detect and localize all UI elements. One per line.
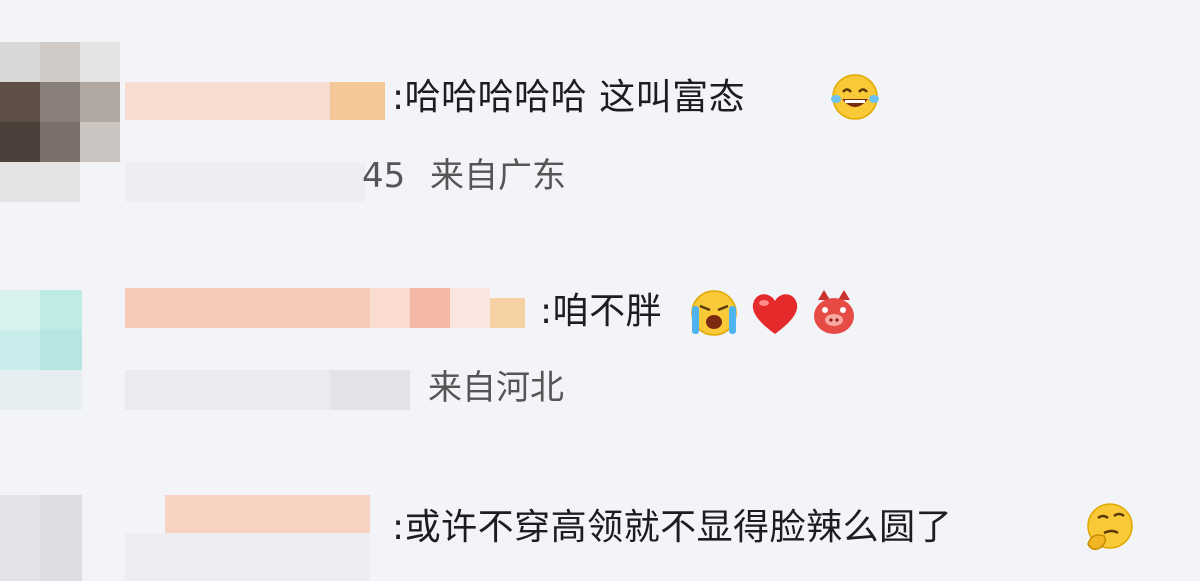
comment-item: :或许不穿高领就不显得脸辣么圆了 [0,470,1200,581]
avatar[interactable] [0,495,125,581]
comment-item: :咱不胖 来自河北 [0,250,1200,450]
red-heart-emoji [752,294,798,334]
username-blurred[interactable] [125,495,390,581]
location-label: 来自河北 [428,368,564,408]
avatar[interactable] [0,290,125,410]
comment-item: :哈哈哈哈哈 这叫富态 45 来自广东 [0,0,1200,225]
username-blurred[interactable] [125,82,390,120]
comment-text: :或许不穿高领就不显得脸辣么圆了 [392,507,953,548]
location-label: 来自广东 [430,156,566,196]
username-blurred[interactable] [125,288,530,328]
avatar[interactable] [0,0,125,205]
crying-emoji [691,290,737,336]
piggy-emoji [814,290,854,334]
comment-text: :哈哈哈哈哈 这叫富态 [392,77,746,118]
meta-blurred [125,162,365,202]
meta-blurred [125,370,415,410]
like-count: 45 [362,156,406,196]
thinking-emoji [1087,503,1133,551]
comment-text: :咱不胖 [540,291,663,332]
laughing-tears-emoji [831,74,879,120]
comment-list-screen: { "comments": [ { "text": ":哈哈哈哈哈 这叫富态",… [0,0,1200,581]
